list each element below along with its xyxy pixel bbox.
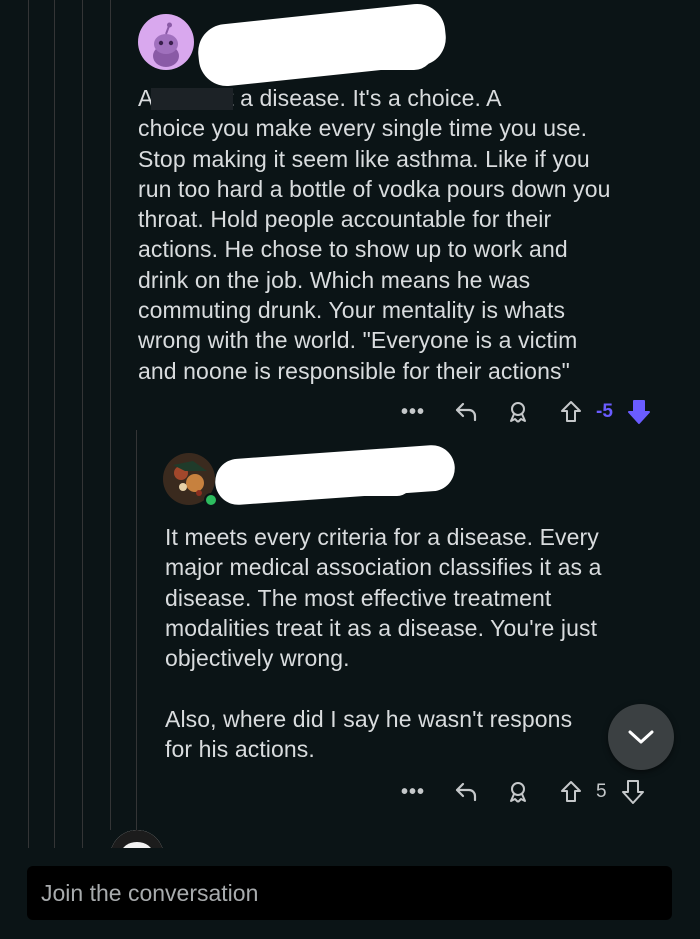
chevron-down-icon <box>628 730 654 744</box>
join-conversation-input[interactable]: Join the conversation <box>27 866 672 920</box>
downvote-icon[interactable] <box>627 399 651 425</box>
more-options-button[interactable]: ••• <box>400 781 426 804</box>
composer-placeholder: Join the conversation <box>41 879 259 906</box>
comment-actions: ••• -5 <box>400 397 651 427</box>
reply-icon[interactable] <box>454 781 478 803</box>
award-icon[interactable] <box>506 400 530 424</box>
thread-line <box>136 430 137 830</box>
snoo-avatar-icon <box>153 22 179 67</box>
comment-body: It meets every criteria for a disease. E… <box>165 524 602 763</box>
avatar[interactable] <box>138 14 194 70</box>
vote-score: 5 <box>596 781 607 802</box>
upvote-icon[interactable] <box>560 400 582 424</box>
scroll-down-button[interactable] <box>608 704 674 770</box>
word-redaction <box>151 88 233 110</box>
downvote-icon[interactable] <box>621 779 645 805</box>
upvote-icon[interactable] <box>560 780 582 804</box>
online-status-dot <box>204 493 218 507</box>
comment-body: A n is not a disease. It's a choice. A c… <box>138 85 611 384</box>
thread-line <box>54 0 55 848</box>
username-redaction <box>204 30 434 70</box>
thread-line <box>82 0 83 848</box>
thread-line <box>28 0 29 848</box>
vote-score: -5 <box>596 401 613 422</box>
award-icon[interactable] <box>506 780 530 804</box>
reply-icon[interactable] <box>454 401 478 423</box>
comment-actions: ••• 5 <box>400 777 645 807</box>
thread-line <box>110 0 111 830</box>
username-redaction <box>226 466 412 496</box>
more-options-button[interactable]: ••• <box>400 401 426 424</box>
